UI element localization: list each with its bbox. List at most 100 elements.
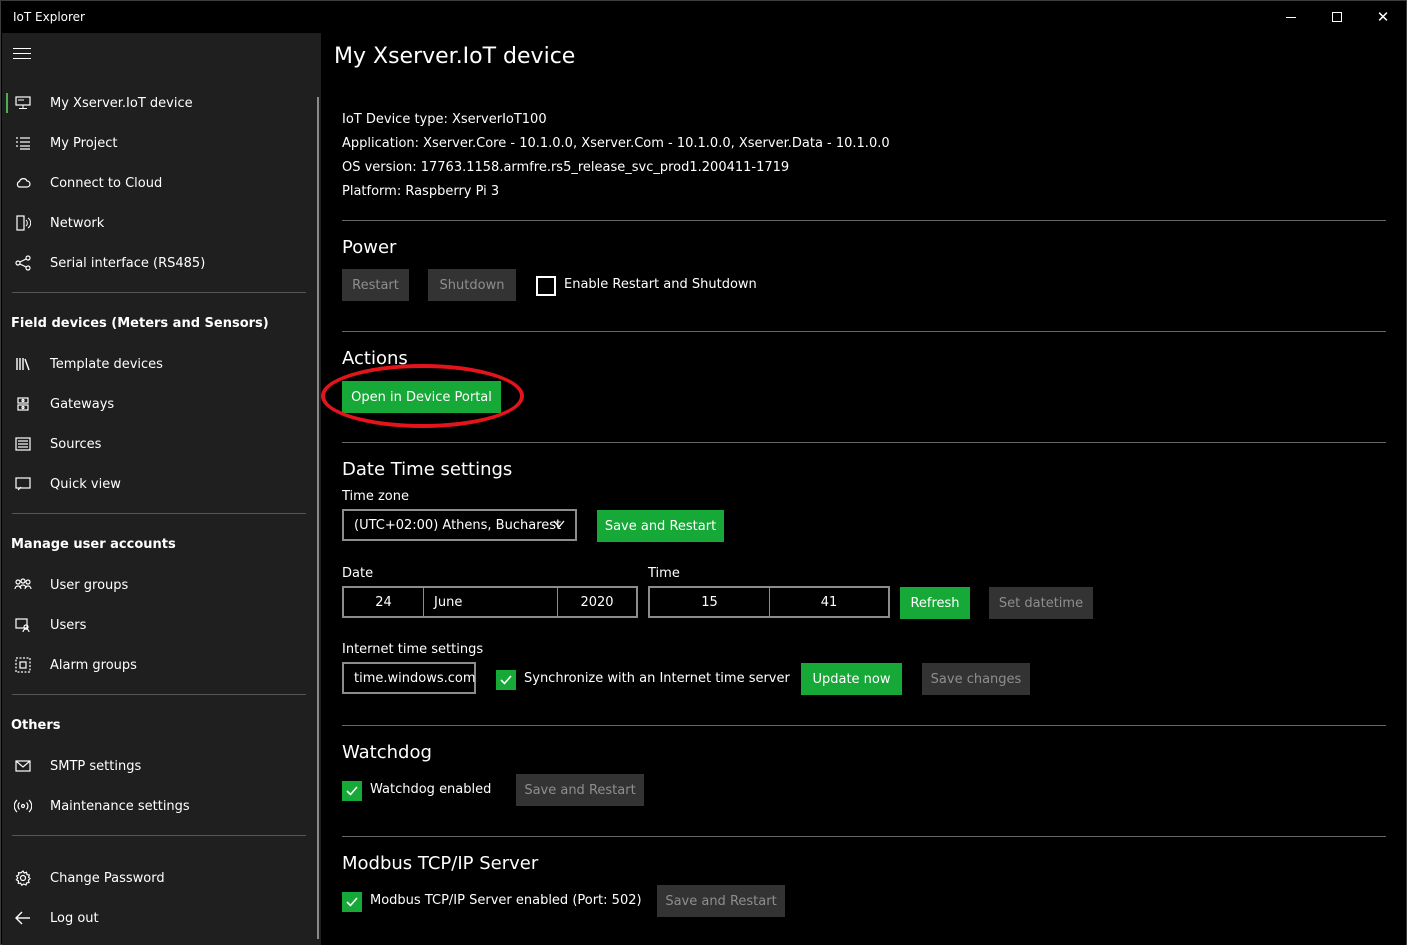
- sidebar-item-alarm-groups[interactable]: Alarm groups: [2, 645, 316, 685]
- device-icon: [14, 94, 32, 112]
- section-divider: [342, 725, 1386, 726]
- sidebar-item-change-password[interactable]: Change Password: [2, 858, 316, 898]
- power-section-title: Power: [342, 237, 397, 258]
- timezone-value: (UTC+02:00) Athens, Bucharest: [354, 517, 562, 533]
- sidebar-item-label: Network: [50, 215, 105, 231]
- sidebar-item-label: Connect to Cloud: [50, 175, 163, 191]
- watchdog-enabled-label: Watchdog enabled: [370, 782, 492, 797]
- sidebar-item-sources[interactable]: Sources: [2, 424, 316, 464]
- month-field[interactable]: June: [424, 588, 558, 616]
- internet-time-label: Internet time settings: [342, 642, 484, 657]
- application-text: Application: Xserver.Core - 10.1.0.0, Xs…: [342, 136, 890, 151]
- modbus-section-title: Modbus TCP/IP Server: [342, 853, 539, 874]
- sidebar-item-label: Change Password: [50, 870, 165, 886]
- sidebar-scrollbar[interactable]: [317, 97, 319, 939]
- sidebar-item-quick-view[interactable]: Quick view: [2, 464, 316, 504]
- sidebar-item-log-out[interactable]: Log out: [2, 898, 316, 938]
- quick-view-icon: [14, 475, 32, 493]
- checkmark-icon: [346, 897, 358, 907]
- timezone-select[interactable]: (UTC+02:00) Athens, Bucharest: [342, 509, 577, 541]
- date-picker[interactable]: 24 June 2020: [342, 586, 638, 618]
- hamburger-menu-icon[interactable]: [13, 48, 31, 60]
- date-label: Date: [342, 566, 374, 581]
- alarm-group-icon: [14, 656, 32, 674]
- sidebar-item-label: Alarm groups: [50, 657, 137, 673]
- cloud-icon: [14, 174, 32, 192]
- modbus-enabled-checkbox[interactable]: [342, 892, 362, 912]
- sidebar-item-label: User groups: [50, 577, 129, 593]
- sidebar-item-user-groups[interactable]: User groups: [2, 565, 316, 605]
- minimize-icon: [1286, 16, 1296, 18]
- enable-restart-checkbox[interactable]: [536, 276, 556, 296]
- sidebar-divider: [12, 292, 306, 293]
- sidebar-item-template-devices[interactable]: Template devices: [2, 344, 316, 384]
- set-datetime-button[interactable]: Set datetime: [989, 587, 1093, 619]
- open-device-portal-button[interactable]: Open in Device Portal: [342, 381, 501, 413]
- sidebar-item-smtp[interactable]: SMTP settings: [2, 746, 316, 786]
- os-version-text: OS version: 17763.1158.armfre.rs5_releas…: [342, 160, 790, 175]
- sources-icon: [14, 435, 32, 453]
- time-server-input[interactable]: time.windows.com: [342, 662, 476, 694]
- section-divider: [342, 331, 1386, 332]
- minimize-button[interactable]: [1268, 1, 1314, 33]
- share-icon: [14, 254, 32, 272]
- checkmark-icon: [500, 675, 512, 685]
- list-icon: [14, 134, 32, 152]
- maximize-icon: [1332, 12, 1342, 22]
- time-picker[interactable]: 15 41: [648, 586, 890, 618]
- datetime-section-title: Date Time settings: [342, 459, 513, 480]
- restart-button[interactable]: Restart: [342, 269, 409, 301]
- sidebar-item-users[interactable]: Users: [2, 605, 316, 645]
- save-changes-button[interactable]: Save changes: [922, 663, 1030, 695]
- sidebar-item-serial[interactable]: Serial interface (RS485): [2, 243, 316, 283]
- sidebar-item-label: Log out: [50, 910, 99, 926]
- network-icon: [14, 214, 32, 232]
- sidebar-item-label: My Xserver.IoT device: [50, 95, 193, 111]
- sidebar-divider: [12, 513, 306, 514]
- modbus-save-restart-button[interactable]: Save and Restart: [657, 885, 785, 917]
- shutdown-button[interactable]: Shutdown: [428, 269, 516, 301]
- gateway-icon: [14, 395, 32, 413]
- sidebar-item-maintenance[interactable]: Maintenance settings: [2, 786, 316, 826]
- maximize-button[interactable]: [1314, 1, 1360, 33]
- actions-section-title: Actions: [342, 348, 408, 369]
- mail-icon: [14, 757, 32, 775]
- app-window: IoT Explorer ✕ My Xserver.IoT device My …: [0, 0, 1407, 945]
- hour-field[interactable]: 15: [650, 588, 770, 616]
- sidebar-item-my-device[interactable]: My Xserver.IoT device: [2, 83, 316, 123]
- app-title: IoT Explorer: [13, 10, 85, 24]
- sidebar-item-label: Serial interface (RS485): [50, 255, 206, 271]
- enable-restart-label: Enable Restart and Shutdown: [564, 277, 757, 292]
- modbus-enabled-label: Modbus TCP/IP Server enabled (Port: 502): [370, 893, 642, 908]
- sidebar-item-my-project[interactable]: My Project: [2, 123, 316, 163]
- sidebar-item-gateways[interactable]: Gateways: [2, 384, 316, 424]
- page-title: My Xserver.IoT device: [334, 44, 576, 69]
- sidebar-item-connect-cloud[interactable]: Connect to Cloud: [2, 163, 316, 203]
- sidebar: My Xserver.IoT device My Project Connect…: [2, 33, 321, 945]
- watchdog-enabled-checkbox[interactable]: [342, 781, 362, 801]
- day-field[interactable]: 24: [344, 588, 424, 616]
- gear-icon: [14, 869, 32, 887]
- year-field[interactable]: 2020: [558, 588, 636, 616]
- watchdog-save-restart-button[interactable]: Save and Restart: [516, 774, 644, 806]
- back-arrow-icon: [14, 909, 32, 927]
- sidebar-divider: [12, 835, 306, 836]
- minute-field[interactable]: 41: [770, 588, 888, 616]
- sidebar-item-label: Gateways: [50, 396, 115, 412]
- close-icon: ✕: [1376, 7, 1390, 26]
- section-divider: [342, 220, 1386, 221]
- sync-internet-time-checkbox[interactable]: [496, 670, 516, 690]
- section-divider: [342, 442, 1386, 443]
- broadcast-icon: [14, 797, 32, 815]
- time-label: Time: [648, 566, 680, 581]
- library-icon: [14, 355, 32, 373]
- device-type-text: IoT Device type: XserverIoT100: [342, 112, 547, 127]
- sidebar-item-network[interactable]: Network: [2, 203, 316, 243]
- section-divider: [342, 836, 1386, 837]
- refresh-button[interactable]: Refresh: [900, 587, 970, 619]
- update-now-button[interactable]: Update now: [801, 663, 902, 695]
- close-button[interactable]: ✕: [1360, 1, 1406, 33]
- timezone-save-restart-button[interactable]: Save and Restart: [597, 510, 724, 542]
- title-bar: IoT Explorer ✕: [1, 1, 1406, 33]
- user-icon: [14, 616, 32, 634]
